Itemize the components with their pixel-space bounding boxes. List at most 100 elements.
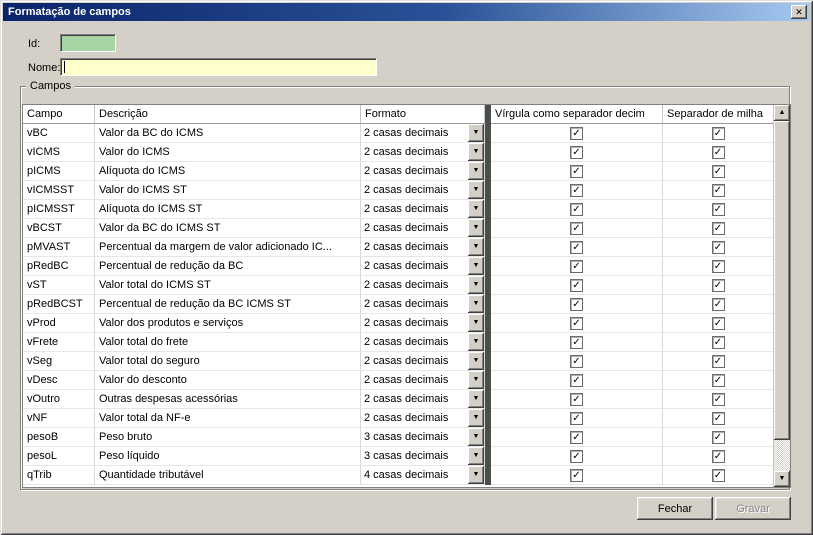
virgula-checkbox[interactable]: ✓ [570,260,583,273]
combo-dropdown-icon[interactable]: ▼ [468,371,484,389]
combo-dropdown-icon[interactable]: ▼ [468,295,484,313]
virgula-checkbox[interactable]: ✓ [570,279,583,292]
formato-combobox[interactable]: 2 casas decimais ▼ [361,314,485,333]
milhar-checkbox[interactable]: ✓ [712,127,725,140]
table-row[interactable]: vOutro Outras despesas acessórias 2 casa… [23,390,773,409]
scroll-up-button[interactable]: ▲ [774,105,790,121]
formato-combobox[interactable]: 2 casas decimais ▼ [361,276,485,295]
fechar-button[interactable]: Fechar [637,497,713,520]
table-row[interactable]: vFrete Valor total do frete 2 casas deci… [23,333,773,352]
formato-combobox[interactable]: 3 casas decimais ▼ [361,447,485,466]
formato-combobox[interactable]: 3 casas decimais ▼ [361,428,485,447]
formato-combobox[interactable]: 4 casas decimais ▼ [361,466,485,485]
formato-combobox[interactable]: 2 casas decimais ▼ [361,257,485,276]
vertical-scrollbar[interactable]: ▲ ▼ [773,105,790,487]
milhar-checkbox[interactable]: ✓ [712,450,725,463]
combo-dropdown-icon[interactable]: ▼ [468,143,484,161]
table-row[interactable]: vBCST Valor da BC do ICMS ST 2 casas dec… [23,219,773,238]
scrollbar-thumb[interactable] [774,121,790,440]
title-bar[interactable]: Formatação de campos ✕ [3,3,810,21]
close-button[interactable]: ✕ [791,5,807,19]
milhar-checkbox[interactable]: ✓ [712,146,725,159]
combo-dropdown-icon[interactable]: ▼ [468,352,484,370]
formato-combobox[interactable]: 2 casas decimais ▼ [361,143,485,162]
scroll-down-button[interactable]: ▼ [774,471,790,487]
gravar-button[interactable]: Gravar [715,497,791,520]
milhar-checkbox[interactable]: ✓ [712,260,725,273]
milhar-checkbox[interactable]: ✓ [712,355,725,368]
virgula-checkbox[interactable]: ✓ [570,450,583,463]
milhar-checkbox[interactable]: ✓ [712,203,725,216]
combo-dropdown-icon[interactable]: ▼ [468,276,484,294]
formato-combobox[interactable]: 2 casas decimais ▼ [361,238,485,257]
virgula-checkbox[interactable]: ✓ [570,336,583,349]
milhar-checkbox[interactable]: ✓ [712,165,725,178]
milhar-checkbox[interactable]: ✓ [712,393,725,406]
combo-dropdown-icon[interactable]: ▼ [468,124,484,142]
milhar-checkbox[interactable]: ✓ [712,374,725,387]
table-row[interactable]: qTrib Quantidade tributável 4 casas deci… [23,466,773,485]
table-row[interactable]: pRedBCST Percentual de redução da BC ICM… [23,295,773,314]
table-row[interactable]: pesoB Peso bruto 3 casas decimais ▼ ✓ ✓ [23,428,773,447]
combo-dropdown-icon[interactable]: ▼ [468,181,484,199]
combo-dropdown-icon[interactable]: ▼ [468,257,484,275]
virgula-checkbox[interactable]: ✓ [570,412,583,425]
formato-combobox[interactable]: 2 casas decimais ▼ [361,333,485,352]
combo-dropdown-icon[interactable]: ▼ [468,333,484,351]
milhar-checkbox[interactable]: ✓ [712,336,725,349]
nome-field[interactable] [60,58,377,76]
formato-combobox[interactable]: 2 casas decimais ▼ [361,371,485,390]
combo-dropdown-icon[interactable]: ▼ [468,390,484,408]
milhar-checkbox[interactable]: ✓ [712,222,725,235]
combo-dropdown-icon[interactable]: ▼ [468,162,484,180]
milhar-checkbox[interactable]: ✓ [712,298,725,311]
virgula-checkbox[interactable]: ✓ [570,431,583,444]
table-row[interactable]: vICMS Valor do ICMS 2 casas decimais ▼ ✓… [23,143,773,162]
table-row[interactable]: vDesc Valor do desconto 2 casas decimais… [23,371,773,390]
virgula-checkbox[interactable]: ✓ [570,355,583,368]
combo-dropdown-icon[interactable]: ▼ [468,200,484,218]
virgula-checkbox[interactable]: ✓ [570,222,583,235]
milhar-checkbox[interactable]: ✓ [712,469,725,482]
virgula-checkbox[interactable]: ✓ [570,146,583,159]
virgula-checkbox[interactable]: ✓ [570,469,583,482]
virgula-checkbox[interactable]: ✓ [570,203,583,216]
table-row[interactable]: vProd Valor dos produtos e serviços 2 ca… [23,314,773,333]
table-row[interactable]: vST Valor total do ICMS ST 2 casas decim… [23,276,773,295]
combo-dropdown-icon[interactable]: ▼ [468,314,484,332]
formato-combobox[interactable]: 2 casas decimais ▼ [361,409,485,428]
table-row[interactable]: vNF Valor total da NF-e 2 casas decimais… [23,409,773,428]
combo-dropdown-icon[interactable]: ▼ [468,466,484,484]
formato-combobox[interactable]: 2 casas decimais ▼ [361,181,485,200]
milhar-checkbox[interactable]: ✓ [712,279,725,292]
combo-dropdown-icon[interactable]: ▼ [468,428,484,446]
virgula-checkbox[interactable]: ✓ [570,298,583,311]
formato-combobox[interactable]: 2 casas decimais ▼ [361,295,485,314]
formato-combobox[interactable]: 2 casas decimais ▼ [361,162,485,181]
combo-dropdown-icon[interactable]: ▼ [468,219,484,237]
formato-combobox[interactable]: 2 casas decimais ▼ [361,200,485,219]
formato-combobox[interactable]: 2 casas decimais ▼ [361,352,485,371]
scrollbar-track[interactable] [774,121,790,471]
virgula-checkbox[interactable]: ✓ [570,127,583,140]
formato-combobox[interactable]: 2 casas decimais ▼ [361,219,485,238]
table-row[interactable]: pMVAST Percentual da margem de valor adi… [23,238,773,257]
table-row[interactable]: pICMS Alíquota do ICMS 2 casas decimais … [23,162,773,181]
table-row[interactable]: vSeg Valor total do seguro 2 casas decim… [23,352,773,371]
table-row[interactable]: pesoL Peso líquido 3 casas decimais ▼ ✓ … [23,447,773,466]
combo-dropdown-icon[interactable]: ▼ [468,409,484,427]
combo-dropdown-icon[interactable]: ▼ [468,238,484,256]
table-row[interactable]: pICMSST Alíquota do ICMS ST 2 casas deci… [23,200,773,219]
table-row[interactable]: pRedBC Percentual de redução da BC 2 cas… [23,257,773,276]
virgula-checkbox[interactable]: ✓ [570,317,583,330]
table-row[interactable]: vICMSST Valor do ICMS ST 2 casas decimai… [23,181,773,200]
milhar-checkbox[interactable]: ✓ [712,184,725,197]
virgula-checkbox[interactable]: ✓ [570,393,583,406]
formato-combobox[interactable]: 2 casas decimais ▼ [361,390,485,409]
id-field[interactable] [60,34,116,52]
table-row[interactable]: vBC Valor da BC do ICMS 2 casas decimais… [23,124,773,143]
virgula-checkbox[interactable]: ✓ [570,184,583,197]
milhar-checkbox[interactable]: ✓ [712,317,725,330]
combo-dropdown-icon[interactable]: ▼ [468,447,484,465]
formato-combobox[interactable]: 2 casas decimais ▼ [361,124,485,143]
